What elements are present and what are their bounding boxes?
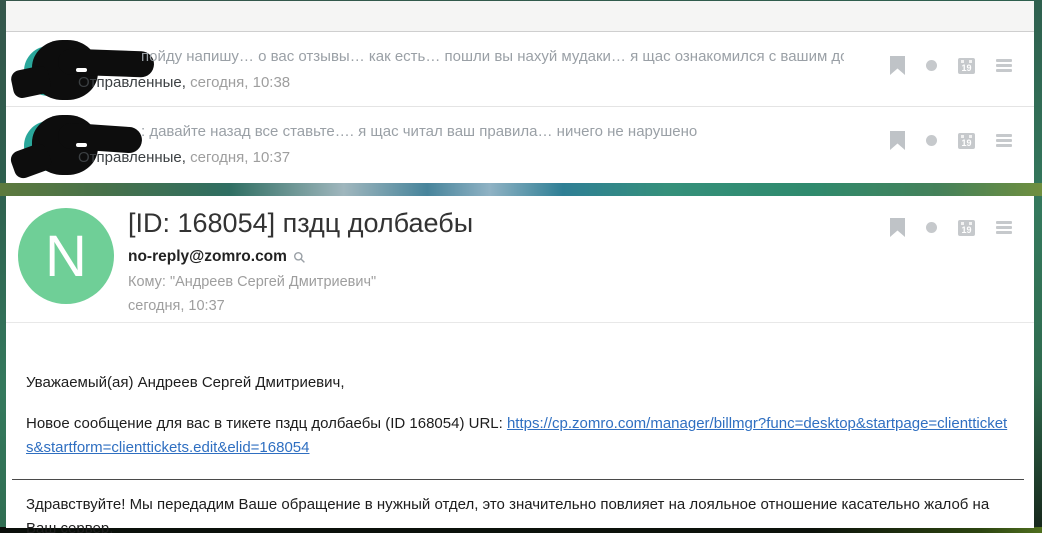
sender-row: no-reply@zomro.com [128,248,306,266]
email-body: Уважаемый(ая) Андреев Сергей Дмитриевич,… [6,323,1034,533]
recipient-line: Кому: "Андреев Сергей Дмитриевич" [128,274,377,290]
redacted-sender-scribble [9,40,156,102]
bookmark-icon[interactable] [890,56,905,75]
folder-label: Отправленные, [78,149,186,166]
background-photo-strip [0,183,1042,196]
folder-label: Отправленные, [78,74,186,91]
bookmark-icon[interactable] [890,131,905,150]
email-snippet: пойду напишу… о вас отзывы… как есть… по… [141,48,844,65]
email-subject: [ID: 168054] пздц долбаебы [128,208,474,238]
email-meta: Отправленные, сегодня, 10:37 [78,149,290,166]
bookmark-icon[interactable] [890,218,905,237]
opened-email: N [ID: 168054] пздц долбаебы no-reply@zo… [6,196,1034,533]
message-action-icons: 19 [890,218,1012,237]
quote-divider [12,479,1024,480]
search-icon[interactable] [293,251,306,264]
read-status-icon[interactable] [926,60,937,71]
read-status-icon[interactable] [926,135,937,146]
menu-icon[interactable] [996,59,1012,72]
email-thread-list: пойду напишу… о вас отзывы… как есть… по… [6,32,1034,183]
body-greeting: Уважаемый(ая) Андреев Сергей Дмитриевич, [26,374,345,391]
calendar-icon[interactable]: 19 [958,132,975,149]
email-date: сегодня, 10:37 [185,149,291,166]
calendar-icon[interactable]: 19 [958,219,975,236]
toolbar-band [6,1,1034,32]
email-snippet: : давайте назад все ставьте…. я щас чита… [141,123,698,140]
redacted-sender-scribble [8,115,156,181]
email-date: сегодня, 10:38 [185,74,291,91]
email-meta: Отправленные, сегодня, 10:38 [78,74,290,91]
email-list-item[interactable]: : давайте назад все ставьте…. я щас чита… [6,107,1034,183]
menu-icon[interactable] [996,134,1012,147]
menu-icon[interactable] [996,221,1012,234]
sender-avatar: N [18,208,114,304]
row-action-icons: 19 [890,131,1012,150]
read-status-icon[interactable] [926,222,937,233]
row-action-icons: 19 [890,56,1012,75]
body-notice: Новое сообщение для вас в тикете пздц до… [26,415,1008,456]
email-date: сегодня, 10:37 [128,298,225,314]
sender-email[interactable]: no-reply@zomro.com [128,248,287,266]
email-list-item[interactable]: пойду напишу… о вас отзывы… как есть… по… [6,32,1034,107]
calendar-icon[interactable]: 19 [958,57,975,74]
body-reply: Здравствуйте! Мы передадим Ваше обращени… [26,496,990,533]
